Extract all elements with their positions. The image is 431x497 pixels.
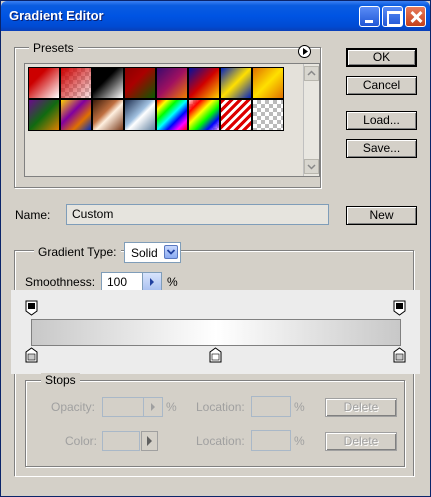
opacity-location-input[interactable] [251,396,291,417]
preset-swatch[interactable] [156,99,188,131]
opacity-slider-button[interactable] [143,398,162,416]
name-label: Name: [15,208,51,222]
gradient-bar[interactable] [31,319,401,346]
scroll-down-button[interactable] [304,159,319,174]
preset-swatch[interactable] [188,67,220,99]
window-title: Gradient Editor [9,8,104,23]
opacity-label: Opacity: [51,400,96,414]
color-swatch[interactable] [102,431,140,451]
opacity-location-label: Location: [196,400,245,414]
color-label: Color: [65,434,98,448]
preset-swatch[interactable] [60,99,92,131]
preset-swatch[interactable] [220,99,252,131]
smoothness-value: 100 [107,275,128,289]
preset-swatch[interactable] [124,67,156,99]
load-button[interactable]: Load... [346,111,417,130]
gradient-preview-panel [11,290,420,374]
ok-button[interactable]: OK [346,48,417,67]
preset-swatch[interactable] [220,67,252,99]
delete-opacity-stop-button[interactable]: Delete [325,398,397,417]
presets-list[interactable] [24,63,320,177]
opacity-unit: % [166,400,177,414]
color-stop-left[interactable] [25,347,38,363]
save-button[interactable]: Save... [346,139,417,158]
scroll-up-button[interactable] [304,66,319,81]
chevron-up-icon [307,70,316,76]
presets-label: Presets [29,41,78,55]
color-location-unit: % [294,434,305,448]
smoothness-input[interactable]: 100 [101,272,162,292]
close-button[interactable] [405,6,426,27]
smoothness-unit: % [167,275,178,289]
opacity-location-unit: % [294,400,305,414]
title-bar[interactable]: Gradient Editor [1,1,430,31]
preset-swatch[interactable] [28,67,60,99]
maximize-button[interactable] [382,6,403,27]
gradient-type-select[interactable]: Solid [124,242,181,263]
gradient-type-value: Solid [131,246,158,260]
chevron-down-icon [307,164,316,170]
preset-swatch[interactable] [124,99,156,131]
new-button[interactable]: New [346,206,417,225]
gradient-editor-dialog: Gradient Editor Presets OK Cancel Load..… [0,0,431,497]
preset-swatch[interactable] [252,67,284,99]
preset-swatch[interactable] [252,99,284,131]
preset-swatch[interactable] [60,67,92,99]
dropdown-button[interactable] [164,245,178,259]
smoothness-label: Smoothness: [25,275,96,289]
cancel-button[interactable]: Cancel [346,76,417,95]
minimize-button[interactable] [359,6,380,27]
preset-swatch[interactable] [92,99,124,131]
color-location-input[interactable] [251,430,291,451]
name-input[interactable]: Custom [66,204,329,225]
play-icon [303,48,308,55]
presets-scrollbar[interactable] [303,64,319,176]
delete-color-stop-button[interactable]: Delete [325,432,397,451]
color-stop-right[interactable] [393,347,406,363]
arrow-right-icon [150,278,154,286]
arrow-right-icon [147,436,152,446]
preset-swatch[interactable] [92,67,124,99]
opacity-stop-left[interactable] [25,300,38,316]
stops-group [25,380,405,467]
preset-swatch[interactable] [28,99,60,131]
preset-swatch[interactable] [188,99,220,131]
color-location-label: Location: [196,434,245,448]
preset-swatch[interactable] [156,67,188,99]
stops-label: Stops [41,373,80,387]
presets-menu-button[interactable] [298,45,311,58]
opacity-input[interactable] [102,397,163,417]
color-picker-button[interactable] [141,431,158,451]
gradient-type-label: Gradient Type: [34,245,121,259]
arrow-right-icon [151,403,155,411]
smoothness-slider-button[interactable] [142,273,161,291]
color-stop-middle[interactable] [209,347,222,363]
chevron-down-icon [166,249,176,255]
opacity-stop-right[interactable] [393,300,406,316]
